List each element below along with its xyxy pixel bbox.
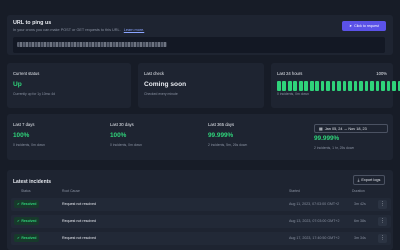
current-status-sub: Currently up for 1y 10mo 4d: [13, 92, 56, 96]
status-label: Resolved: [21, 202, 37, 206]
uptime-365d-value: 99.999%: [208, 132, 234, 139]
hour-uptime-bar: [320, 81, 325, 91]
hour-uptime-bar: [304, 81, 309, 91]
url-card: URL to ping us In your crons you can mak…: [7, 15, 393, 55]
hour-uptime-bar: [381, 81, 385, 91]
incidents-table-header: Status Root Cause Started Duration: [7, 189, 393, 196]
status-label: Resolved: [21, 219, 37, 223]
status-badge: ✔ Resolved: [14, 200, 40, 208]
check-icon: ✔: [17, 202, 20, 206]
hourly-uptime-bars: [277, 81, 400, 91]
date-range-value: Jan 05, 24 → Nov 18, 23: [324, 126, 367, 131]
current-status-label: Current status: [13, 71, 40, 76]
hour-uptime-bar: [282, 81, 287, 91]
learn-more-link[interactable]: Learn more.: [124, 28, 144, 32]
started-at: Aug 11, 2023, 07:03:00 GMT+2: [289, 202, 340, 206]
monitor-page: URL to ping us In your crons you can mak…: [0, 0, 400, 250]
root-cause: Request not resolved: [62, 202, 96, 206]
url-description: In your crons you can make POST or GET r…: [13, 28, 144, 32]
status-label: Resolved: [21, 236, 37, 240]
root-cause: Request not resolved: [62, 219, 96, 223]
hour-uptime-bar: [364, 81, 369, 91]
incident-row[interactable]: ✔ Resolved Request not resolved Aug 11, 2…: [11, 198, 391, 211]
last-check-value: Coming soon: [144, 81, 187, 88]
url-title: URL to ping us: [13, 20, 52, 26]
date-range-picker[interactable]: ▦ Jan 05, 24 → Nov 18, 23: [314, 124, 388, 133]
row-menu-icon[interactable]: ⋮: [378, 234, 387, 243]
status-badge: ✔ Resolved: [14, 217, 40, 225]
uptime-30d-sub: 0 incidents, 0m down: [110, 143, 142, 147]
current-status-value: Up: [13, 81, 22, 88]
check-icon: ✔: [17, 219, 20, 223]
column-started: Started: [289, 189, 300, 193]
last-24h-sub: 0 incidents, 0m down: [277, 92, 309, 96]
started-at: Aug 13, 2023, 07:03:00 GMT+2: [289, 219, 340, 223]
uptime-custom-value: 99.999%: [314, 135, 340, 142]
hour-uptime-bar: [326, 81, 330, 91]
hour-uptime-bar: [331, 81, 336, 91]
duration: 6m 38s: [354, 219, 366, 223]
hour-uptime-bar: [392, 81, 396, 91]
hour-uptime-bar: [342, 81, 347, 91]
uptime-365d: Last 365 days 99.999% 2 incidents, 5m, 2…: [208, 122, 247, 147]
status-badge: ✔ Resolved: [14, 234, 40, 242]
hour-uptime-bar: [375, 81, 380, 91]
column-status: Status: [21, 189, 31, 193]
duration: 3m 42s: [354, 202, 366, 206]
hour-uptime-bar: [348, 81, 352, 91]
export-logs-button[interactable]: ⤓ Export logs: [353, 175, 385, 185]
uptime-7d-sub: 0 incidents, 0m down: [13, 143, 45, 147]
hour-uptime-bar: [337, 81, 341, 91]
hour-uptime-bar: [315, 81, 319, 91]
url-field[interactable]: [13, 37, 385, 53]
column-duration: Duration: [352, 189, 365, 193]
last-24h-label: Last 24 hours: [277, 71, 303, 76]
request-button[interactable]: ➤ Click to request: [342, 21, 386, 31]
uptime-365d-sub: 2 incidents, 5m, 26s down: [208, 143, 248, 147]
uptime-custom-sub: 2 incidents, 1 hr, 25s down: [314, 146, 355, 150]
uptime-custom: 99.999% 2 incidents, 1 hr, 25s down: [314, 135, 354, 150]
hour-uptime-bar: [359, 81, 363, 91]
uptime-card: Last 7 days 100% 0 incidents, 0m down La…: [7, 114, 393, 160]
download-icon: ⤓: [357, 178, 360, 182]
last-check-card: Last check Coming soon Checked every min…: [138, 63, 264, 108]
hour-uptime-bar: [277, 81, 281, 91]
hour-uptime-bar: [353, 81, 358, 91]
check-icon: ✔: [17, 236, 20, 240]
uptime-7d-label: Last 7 days: [13, 122, 35, 127]
hour-uptime-bar: [293, 81, 298, 91]
hour-uptime-bar: [287, 81, 292, 91]
last-check-label: Last check: [144, 71, 165, 76]
request-button-label: Click to request: [354, 24, 379, 28]
row-menu-icon[interactable]: ⋮: [378, 217, 387, 226]
current-status-card: Current status Up Currently up for 1y 10…: [7, 63, 131, 108]
uptime-365d-label: Last 365 days: [208, 122, 235, 127]
row-menu-icon[interactable]: ⋮: [378, 200, 387, 209]
uptime-7d: Last 7 days 100% 0 incidents, 0m down: [13, 122, 45, 147]
hour-uptime-bar: [298, 81, 303, 91]
started-at: Aug 17, 2023, 17:40:50 GMT+2: [289, 236, 340, 240]
uptime-7d-value: 100%: [13, 132, 30, 139]
root-cause: Request not resolved: [62, 236, 96, 240]
hour-uptime-bar: [370, 81, 374, 91]
last-check-sub: Checked every minute: [144, 92, 178, 96]
calendar-icon: ▦: [319, 126, 323, 131]
incident-row[interactable]: ✔ Resolved Request not resolved Aug 17, 2…: [11, 232, 391, 245]
hour-uptime-bar: [309, 81, 314, 91]
export-logs-label: Export logs: [361, 178, 381, 182]
incidents-card: Latest incidents ⤓ Export logs Status Ro…: [7, 170, 393, 250]
send-icon: ➤: [349, 24, 353, 28]
url-value-obscured: [17, 42, 167, 47]
uptime-30d: Last 30 days 100% 0 incidents, 0m down: [110, 122, 142, 147]
hour-uptime-bar: [386, 81, 391, 91]
incident-row[interactable]: ✔ Resolved Request not resolved Aug 13, 2…: [11, 215, 391, 228]
duration: 3m 34s: [354, 236, 366, 240]
incidents-title: Latest incidents: [13, 179, 52, 185]
uptime-30d-value: 100%: [110, 132, 127, 139]
column-root-cause: Root Cause: [62, 189, 80, 193]
uptime-30d-label: Last 30 days: [110, 122, 134, 127]
url-description-text: In your crons you can make POST or GET r…: [13, 28, 121, 32]
last-24h-percent: 100%: [376, 71, 387, 76]
last-24h-card: Last 24 hours 100% 0 incidents, 0m down: [271, 63, 400, 108]
